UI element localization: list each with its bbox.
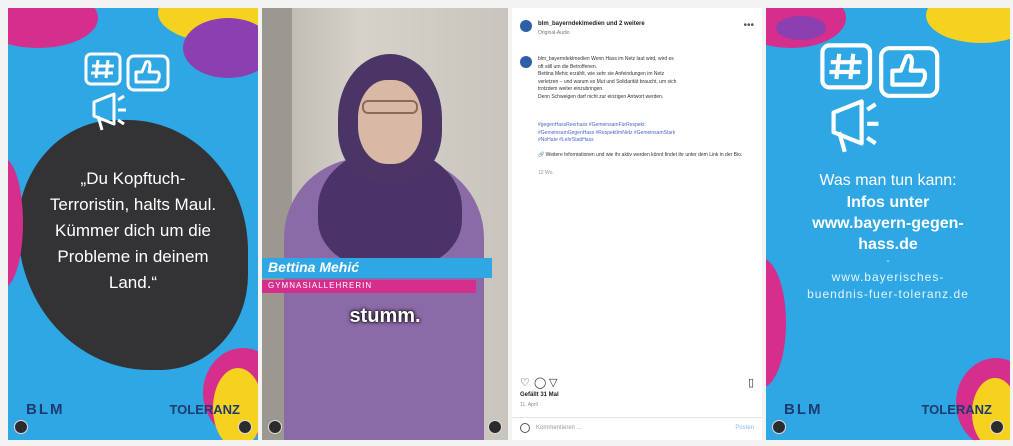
post-caption: blm_bayerndeklmedien Wenn Hass im Netz l…: [538, 56, 752, 101]
post-comment-button[interactable]: Posten: [735, 425, 754, 431]
comment-bar: Kommentieren ... Posten: [512, 417, 762, 440]
caption-line: oft still um die Betroffenen.: [538, 63, 598, 70]
speaker-role: GYMNASIALLEHRERIN: [268, 281, 373, 290]
post-hashtags[interactable]: #gegenHassReerhass #GemeinsamFürRespekt …: [538, 122, 752, 145]
caption-line: verletzen – und warum es Mut und Solidar…: [538, 78, 677, 85]
person-face: [358, 80, 422, 164]
footer-logos: BLM TOLERANZ: [784, 401, 992, 418]
quote-line: Terroristin, halts Maul.: [49, 195, 217, 214]
sound-icon[interactable]: [14, 420, 28, 434]
person-glasses: [362, 100, 418, 114]
cta-link[interactable]: www.bayerisches-: [766, 269, 1010, 286]
blm-logo: BLM: [26, 401, 65, 418]
sound-icon[interactable]: [772, 420, 786, 434]
video-subtitle: stumm.: [262, 305, 508, 328]
story-panel-quote[interactable]: „Du Kopftuch- Terroristin, halts Maul. K…: [8, 8, 258, 440]
caption-line: trotzdem weiter einzubringen.: [538, 86, 604, 92]
hashtag-line[interactable]: #GemeinsamGegenHass #RespektImNetz #Geme…: [538, 130, 752, 138]
menu-icon[interactable]: [488, 420, 502, 434]
instagram-post-panel[interactable]: blm_bayerndeklmedien und 2 weitere Origi…: [512, 8, 762, 440]
likes-count[interactable]: Gefällt 31 Mal: [520, 392, 559, 398]
bookmark-icon[interactable]: ▯: [748, 376, 754, 389]
decor-blob: [8, 8, 98, 48]
heart-icon[interactable]: ♡: [520, 376, 530, 389]
caption-line: Bettina Mehic erzählt, wie sehr sie Anfe…: [538, 71, 665, 77]
post-actions: ♡ ◯ ▽ ▯: [520, 376, 754, 390]
hashtag-line[interactable]: #gegenHassReerhass #GemeinsamFürRespekt: [538, 122, 752, 130]
speaker-name: Bettina Mehić: [268, 259, 360, 275]
quote-line: Land.“: [108, 273, 158, 292]
cta-separator: -: [886, 256, 890, 267]
quote-line: Kümmer dich um die: [55, 221, 211, 240]
caption-time: 12 Wo.: [538, 170, 554, 176]
social-media-icon: [84, 52, 170, 131]
story-panel-info[interactable]: Was man tun kann: Infos unter www.bayern…: [766, 8, 1010, 440]
comment-input[interactable]: Kommentieren ...: [536, 425, 582, 431]
share-icon[interactable]: ▽: [549, 376, 557, 389]
cta-link[interactable]: hass.de: [766, 234, 1010, 255]
caption-line: Denn Schweigen darf nicht zur einzigen A…: [538, 93, 664, 100]
toleranz-logo: TOLERANZ: [169, 402, 240, 417]
role-lower-third: GYMNASIALLEHRERIN: [262, 280, 476, 293]
hashtag-line[interactable]: #NoHate #LehrStattHass: [538, 137, 752, 145]
post-username[interactable]: blm_bayerndeklmedien und 2 weitere: [538, 21, 645, 27]
quote-text: „Du Kopftuch- Terroristin, halts Maul. K…: [8, 166, 258, 296]
toleranz-logo: TOLERANZ: [921, 402, 992, 417]
caption-avatar[interactable]: [520, 56, 532, 68]
name-lower-third: Bettina Mehić: [262, 258, 492, 278]
cta-line: Was man tun kann:: [819, 172, 957, 189]
post-date: 11. April: [520, 402, 538, 408]
footer-logos: BLM TOLERANZ: [26, 401, 240, 418]
quote-line: „Du Kopftuch-: [80, 169, 186, 188]
avatar[interactable]: [520, 20, 532, 32]
subtitle-text: stumm.: [349, 305, 421, 327]
menu-icon[interactable]: [238, 420, 252, 434]
comment-icon[interactable]: ◯: [534, 376, 546, 389]
post-header: blm_bayerndeklmedien und 2 weitere Origi…: [520, 20, 754, 50]
cta-link[interactable]: www.bayern-gegen-: [766, 213, 1010, 234]
social-media-icon: [820, 43, 940, 153]
menu-icon[interactable]: [990, 420, 1004, 434]
quote-line: Probleme in deinem: [57, 247, 209, 266]
more-horizontal-icon[interactable]: •••: [743, 20, 754, 31]
story-panel-video[interactable]: Bettina Mehić GYMNASIALLEHRERIN stumm.: [262, 8, 508, 440]
emoji-icon[interactable]: [520, 423, 530, 433]
post-more-info: 🔗 Weitere Informationen und wie ihr akti…: [538, 152, 743, 158]
call-to-action: Was man tun kann: Infos unter www.bayern…: [766, 170, 1010, 303]
decor-blob: [183, 18, 258, 78]
cta-line: Infos unter: [846, 194, 930, 211]
caption-line: blm_bayerndeklmedien Wenn Hass im Netz l…: [538, 56, 674, 62]
post-audio-label[interactable]: Original-Audio: [538, 30, 570, 36]
sound-icon[interactable]: [268, 420, 282, 434]
cta-link[interactable]: buendnis-fuer-toleranz.de: [766, 286, 1010, 303]
blm-logo: BLM: [784, 401, 823, 418]
